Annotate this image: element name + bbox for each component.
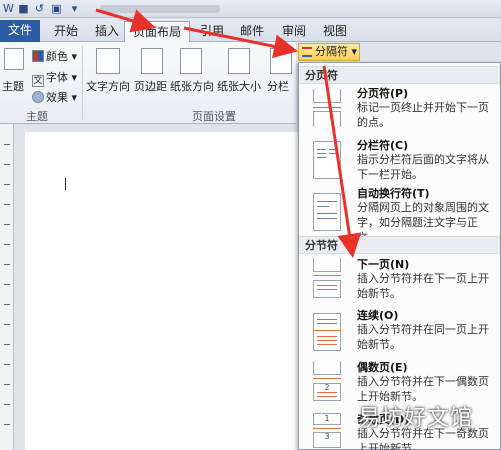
title-bar: W ■ ↺ ▣ ▾ xyxy=(0,0,501,18)
orientation-button[interactable]: 纸张方向 xyxy=(170,78,214,94)
theme-colors-label: 颜色 xyxy=(46,50,68,63)
tab-file[interactable]: 文件 xyxy=(0,20,40,42)
menu-item-title: 偶数页(E) xyxy=(357,361,408,374)
tab-review[interactable]: 审阅 xyxy=(274,21,314,42)
menu-item-desc: 插入分节符并在同一页上开始新节。 xyxy=(357,323,489,351)
menu-item-column-break[interactable]: 分栏符(C) 指示分栏符后面的文字将从下一栏开始。 xyxy=(299,137,500,189)
window-title xyxy=(100,5,220,13)
menu-item-page-break[interactable]: 分页符(P) 标记一页终止并开始下一页的点。 xyxy=(299,85,500,137)
menu-item-desc: 标记一页终止并开始下一页的点。 xyxy=(357,101,489,129)
ribbon-tabs: 文件 开始 插入 页面布局 引用 邮件 审阅 视图 xyxy=(0,18,501,43)
page-break-icon xyxy=(313,89,343,129)
tab-mailings[interactable]: 邮件 xyxy=(232,21,272,42)
breaks-menu: 分页符 分页符(P) 标记一页终止并开始下一页的点。 分栏符(C) 指示分栏符后… xyxy=(298,62,501,450)
vertical-ruler xyxy=(0,124,14,450)
group-divider xyxy=(82,46,83,120)
word-app-icon: W xyxy=(3,2,14,15)
effects-icon xyxy=(32,91,44,103)
columns-icon xyxy=(270,48,292,74)
breaks-button[interactable]: 分隔符 ▾ xyxy=(298,43,360,61)
columns-button[interactable]: 分栏 xyxy=(267,78,289,94)
menu-item-title: 下一页(N) xyxy=(357,258,410,271)
orientation-icon xyxy=(180,48,202,74)
colors-icon xyxy=(32,50,44,62)
menu-item-text-wrapping-break[interactable]: 自动换行符(T) 分隔网页上的对象周围的文字，如分隔题注文字与正文。 xyxy=(299,185,500,244)
ribbon-page-layout: 主题 颜色 ▾ 文字体 ▾ 效果 ▾ 主题 文字方向 页边距 纸张方向 纸张大小… xyxy=(0,42,296,124)
page-setup-group-label: 页面设置 xyxy=(192,110,236,123)
margins-icon xyxy=(141,48,163,74)
tab-view[interactable]: 视图 xyxy=(315,21,355,42)
watermark: 易坊好文馆 xyxy=(358,406,474,431)
menu-item-title: 连续(O) xyxy=(357,309,399,322)
breaks-icon xyxy=(302,47,312,57)
next-page-icon xyxy=(313,258,343,298)
fonts-icon: 文 xyxy=(32,75,44,87)
menu-item-title: 自动换行符(T) xyxy=(357,187,430,200)
menu-item-desc: 插入分节符并在下一页上开始新节。 xyxy=(357,272,489,300)
qat-dropdown-icon[interactable]: ▾ xyxy=(68,2,81,15)
menu-item-next-page[interactable]: 下一页(N) 插入分节符并在下一页上开始新节。 xyxy=(299,256,500,308)
theme-effects-button[interactable]: 效果 ▾ xyxy=(32,89,77,105)
tab-page-layout[interactable]: 页面布局 xyxy=(124,21,191,43)
theme-fonts-button[interactable]: 文字体 ▾ xyxy=(32,69,77,87)
section-breaks-header: 分节符 xyxy=(299,236,500,254)
continuous-icon xyxy=(313,313,343,353)
theme-group-label: 主题 xyxy=(26,110,48,123)
size-icon xyxy=(228,48,250,74)
themes-icon xyxy=(4,48,24,70)
menu-item-continuous[interactable]: 连续(O) 插入分节符并在同一页上开始新节。 xyxy=(299,307,500,359)
text-direction-icon xyxy=(96,48,120,74)
text-wrapping-break-icon xyxy=(313,193,343,233)
even-page-icon: 2 xyxy=(313,361,343,401)
text-cursor xyxy=(65,178,66,190)
themes-button[interactable]: 主题 xyxy=(2,78,24,94)
menu-item-title: 分栏符(C) xyxy=(357,139,409,152)
breaks-label: 分隔符 xyxy=(315,45,348,58)
page-breaks-header: 分页符 xyxy=(299,66,500,84)
document-area[interactable] xyxy=(15,130,325,450)
tab-home[interactable]: 开始 xyxy=(46,21,86,42)
margins-button[interactable]: 页边距 xyxy=(134,78,167,94)
print-preview-icon[interactable]: ▣ xyxy=(50,2,63,15)
size-button[interactable]: 纸张大小 xyxy=(217,78,261,94)
theme-colors-button[interactable]: 颜色 ▾ xyxy=(32,48,77,64)
tab-references[interactable]: 引用 xyxy=(192,21,232,42)
document-page[interactable] xyxy=(25,132,325,450)
theme-fonts-label: 字体 xyxy=(46,71,68,84)
undo-icon[interactable]: ↺ xyxy=(33,2,46,15)
menu-item-desc: 指示分栏符后面的文字将从下一栏开始。 xyxy=(357,153,489,181)
column-break-icon xyxy=(313,141,343,181)
theme-effects-label: 效果 xyxy=(46,91,68,104)
save-icon[interactable]: ■ xyxy=(17,2,30,15)
menu-item-title: 分页符(P) xyxy=(357,87,409,100)
tab-insert[interactable]: 插入 xyxy=(87,21,127,42)
text-direction-button[interactable]: 文字方向 xyxy=(86,78,130,94)
odd-page-icon: 1 3 xyxy=(313,413,343,450)
